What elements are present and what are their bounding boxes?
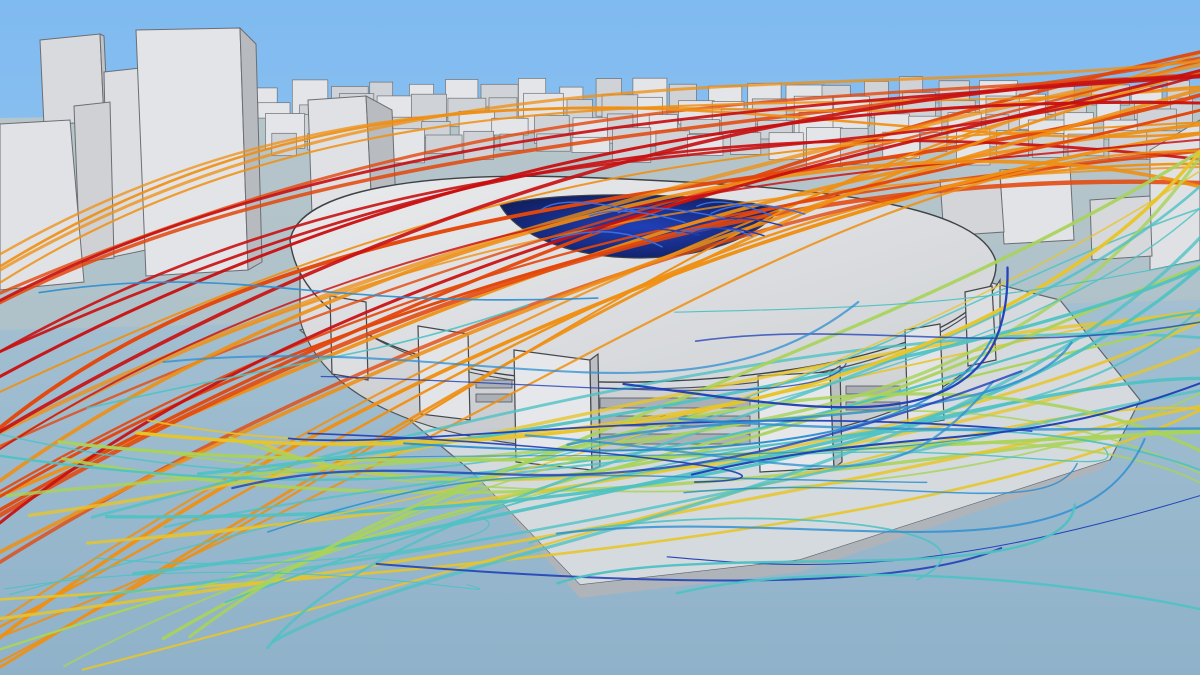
stadium-airflow-scene — [0, 0, 1200, 675]
